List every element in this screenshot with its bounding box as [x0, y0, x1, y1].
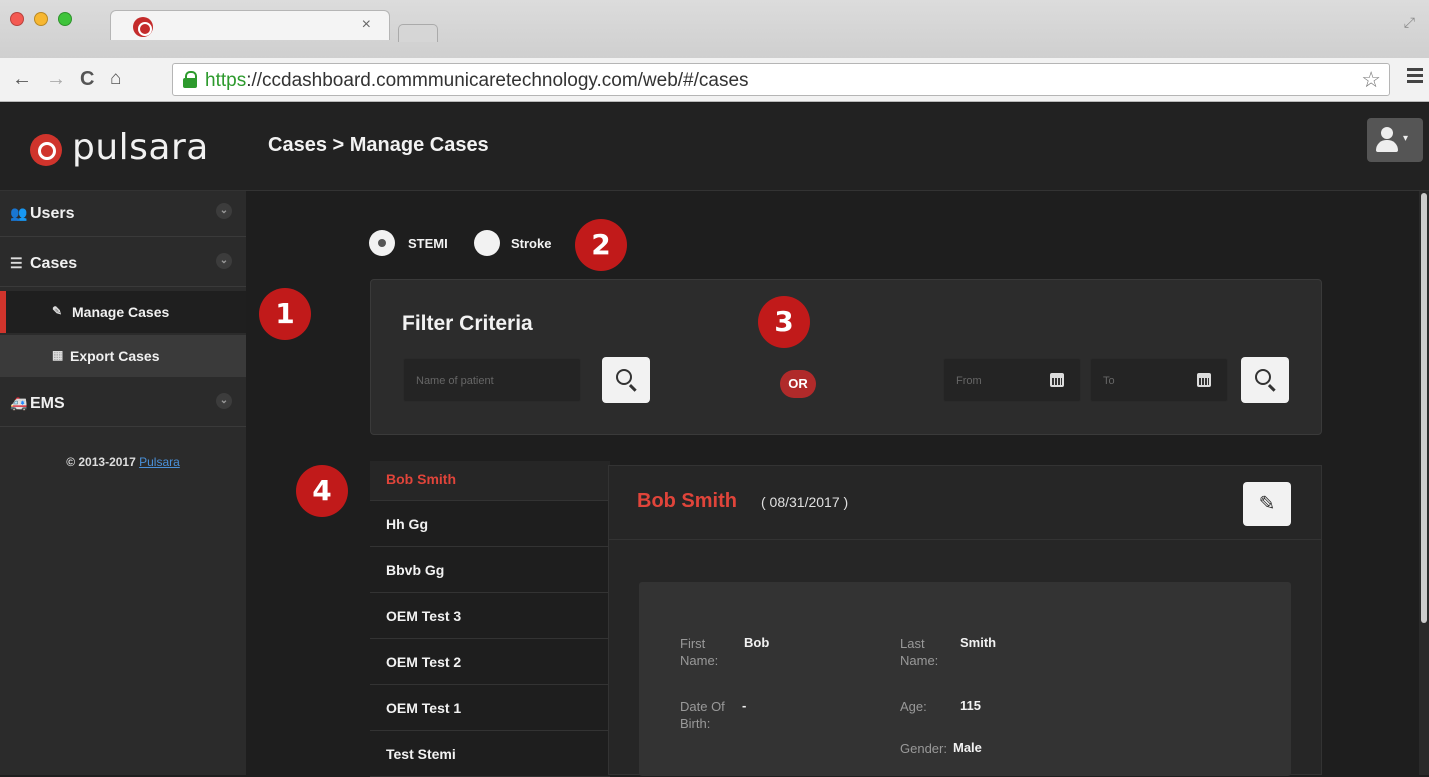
zoom-window-button[interactable] — [58, 12, 72, 26]
browser-tab[interactable]: × — [110, 10, 390, 40]
browser-menu-icon[interactable] — [1407, 68, 1423, 84]
annotation-badge-3: 3 — [758, 296, 810, 348]
caret-down-icon: ▾ — [1403, 133, 1409, 144]
last-name-value: Smith — [960, 635, 997, 650]
first-name-label: First Name: — [680, 636, 719, 668]
back-icon[interactable]: ← — [12, 68, 32, 90]
sidebar-item-label: Users — [30, 205, 75, 222]
patient-name: Bob Smith — [637, 490, 737, 512]
pulsara-favicon-icon — [133, 17, 153, 37]
lock-icon — [183, 71, 197, 88]
scrollbar[interactable] — [1419, 191, 1429, 775]
sidebar-item-label: EMS — [30, 395, 65, 412]
brand[interactable]: pulsara — [0, 103, 246, 191]
users-icon: 👥 — [10, 205, 28, 221]
gender-value: Male — [953, 740, 982, 755]
user-menu-button[interactable]: ▾ — [1367, 118, 1423, 162]
last-name-label: Last Name: — [900, 636, 939, 668]
to-date-input[interactable]: To — [1090, 358, 1228, 402]
browser-toolbar: ← → C ⌂ https://ccdashboard.commmunicare… — [0, 58, 1429, 102]
filter-panel: Filter Criteria Name of patient OR From … — [370, 279, 1322, 435]
stemi-label[interactable]: STEMI — [408, 236, 448, 251]
first-name-value: Bob — [744, 635, 770, 650]
patient-info-card: First Name: Bob Last Name: Smith Date Of… — [639, 582, 1291, 776]
calendar-icon[interactable] — [1197, 373, 1211, 387]
table-icon: ▦ — [52, 348, 64, 362]
fullscreen-icon[interactable]: ⤢ — [1404, 14, 1415, 31]
filter-title: Filter Criteria — [402, 312, 533, 335]
sidebar-item-users[interactable]: 👥 Users ⌄ — [0, 191, 246, 237]
stemi-radio[interactable] — [369, 230, 395, 256]
url-text[interactable]: https://ccdashboard.commmunicaretechnolo… — [205, 70, 749, 92]
sidebar-item-label: Export Cases — [70, 348, 160, 364]
sidebar-item-label: Cases — [30, 255, 78, 272]
from-date-input[interactable]: From — [943, 358, 1081, 402]
chevron-down-icon[interactable]: ⌄ — [216, 203, 232, 219]
new-tab-button[interactable] — [398, 24, 438, 42]
page-title: Cases > Manage Cases — [268, 134, 489, 156]
list-item[interactable]: Bbvb Gg — [370, 547, 610, 593]
pulsara-logo-icon — [30, 134, 62, 166]
list-item[interactable]: OEM Test 2 — [370, 639, 610, 685]
list-item[interactable]: OEM Test 3 — [370, 593, 610, 639]
age-value: 115 — [960, 698, 981, 713]
patient-name-input[interactable]: Name of patient — [403, 358, 581, 402]
copyright: © 2013-2017 Pulsara — [0, 455, 246, 469]
case-date: ( 08/31/2017 ) — [761, 494, 849, 510]
bookmark-star-icon[interactable]: ☆ — [1361, 67, 1381, 93]
list-item[interactable]: Hh Gg — [370, 501, 610, 547]
sidebar-item-export-cases[interactable]: ▦ Export Cases — [0, 335, 246, 377]
stroke-label[interactable]: Stroke — [511, 236, 551, 251]
sidebar-item-label: Manage Cases — [72, 304, 170, 320]
sidebar-item-cases[interactable]: ☰ Cases ⌄ — [0, 241, 246, 287]
case-detail-panel: Bob Smith ( 08/31/2017 ) ✎ First Name: B… — [608, 465, 1322, 776]
browser-tab-strip: × ⤢ — [0, 0, 1429, 58]
pencil-icon: ✎ — [1258, 493, 1276, 515]
annotation-badge-2: 2 — [575, 219, 627, 271]
ambulance-icon: 🚑 — [10, 395, 28, 411]
brand-name: pulsara — [72, 127, 209, 168]
age-label: Age: — [900, 699, 927, 714]
edit-button[interactable]: ✎ — [1243, 482, 1291, 526]
list-item[interactable]: Test Stemi — [370, 731, 610, 777]
address-bar[interactable]: https://ccdashboard.commmunicaretechnolo… — [172, 63, 1390, 96]
dob-label: Date Of Birth: — [680, 699, 725, 731]
annotation-badge-4: 4 — [296, 465, 348, 517]
edit-icon: ✎ — [52, 304, 63, 318]
close-window-button[interactable] — [10, 12, 24, 26]
tab-close-icon[interactable]: × — [362, 16, 371, 34]
chevron-down-icon[interactable]: ⌄ — [216, 253, 232, 269]
sidebar-item-ems[interactable]: 🚑 EMS ⌄ — [0, 381, 246, 427]
minimize-window-button[interactable] — [34, 12, 48, 26]
from-placeholder: From — [956, 375, 982, 387]
to-placeholder: To — [1103, 375, 1115, 387]
home-icon[interactable]: ⌂ — [110, 68, 121, 90]
copyright-text: © 2013-2017 — [66, 455, 140, 469]
search-name-button[interactable] — [602, 357, 650, 403]
app: pulsara 👥 Users ⌄ ☰ Cases ⌄ ✎ Manage Cas… — [0, 103, 1429, 777]
calendar-icon[interactable] — [1050, 373, 1064, 387]
user-icon — [1381, 127, 1393, 139]
dob-value: - — [742, 698, 747, 713]
list-icon: ☰ — [10, 255, 23, 271]
case-detail-header: Bob Smith ( 08/31/2017 ) ✎ — [609, 466, 1321, 540]
stroke-radio[interactable] — [474, 230, 500, 256]
list-item[interactable]: OEM Test 1 — [370, 685, 610, 731]
sidebar: pulsara 👥 Users ⌄ ☰ Cases ⌄ ✎ Manage Cas… — [0, 103, 246, 775]
pulsara-link[interactable]: Pulsara — [139, 455, 180, 469]
list-item[interactable]: Bob Smith — [370, 461, 610, 501]
search-date-button[interactable] — [1241, 357, 1289, 403]
top-bar: Cases > Manage Cases ▾ — [246, 103, 1429, 191]
annotation-badge-1: 1 — [259, 288, 311, 340]
forward-icon[interactable]: → — [46, 68, 66, 90]
or-badge: OR — [780, 370, 816, 398]
reload-icon[interactable]: C — [80, 68, 94, 90]
sidebar-item-manage-cases[interactable]: ✎ Manage Cases — [0, 291, 246, 333]
gender-label: Gender: — [900, 741, 947, 756]
scrollbar-thumb[interactable] — [1421, 193, 1427, 623]
search-icon — [616, 369, 632, 385]
patient-list: Bob Smith Hh Gg Bbvb Gg OEM Test 3 OEM T… — [370, 461, 610, 777]
search-icon — [1255, 369, 1271, 385]
chevron-down-icon[interactable]: ⌄ — [216, 393, 232, 409]
